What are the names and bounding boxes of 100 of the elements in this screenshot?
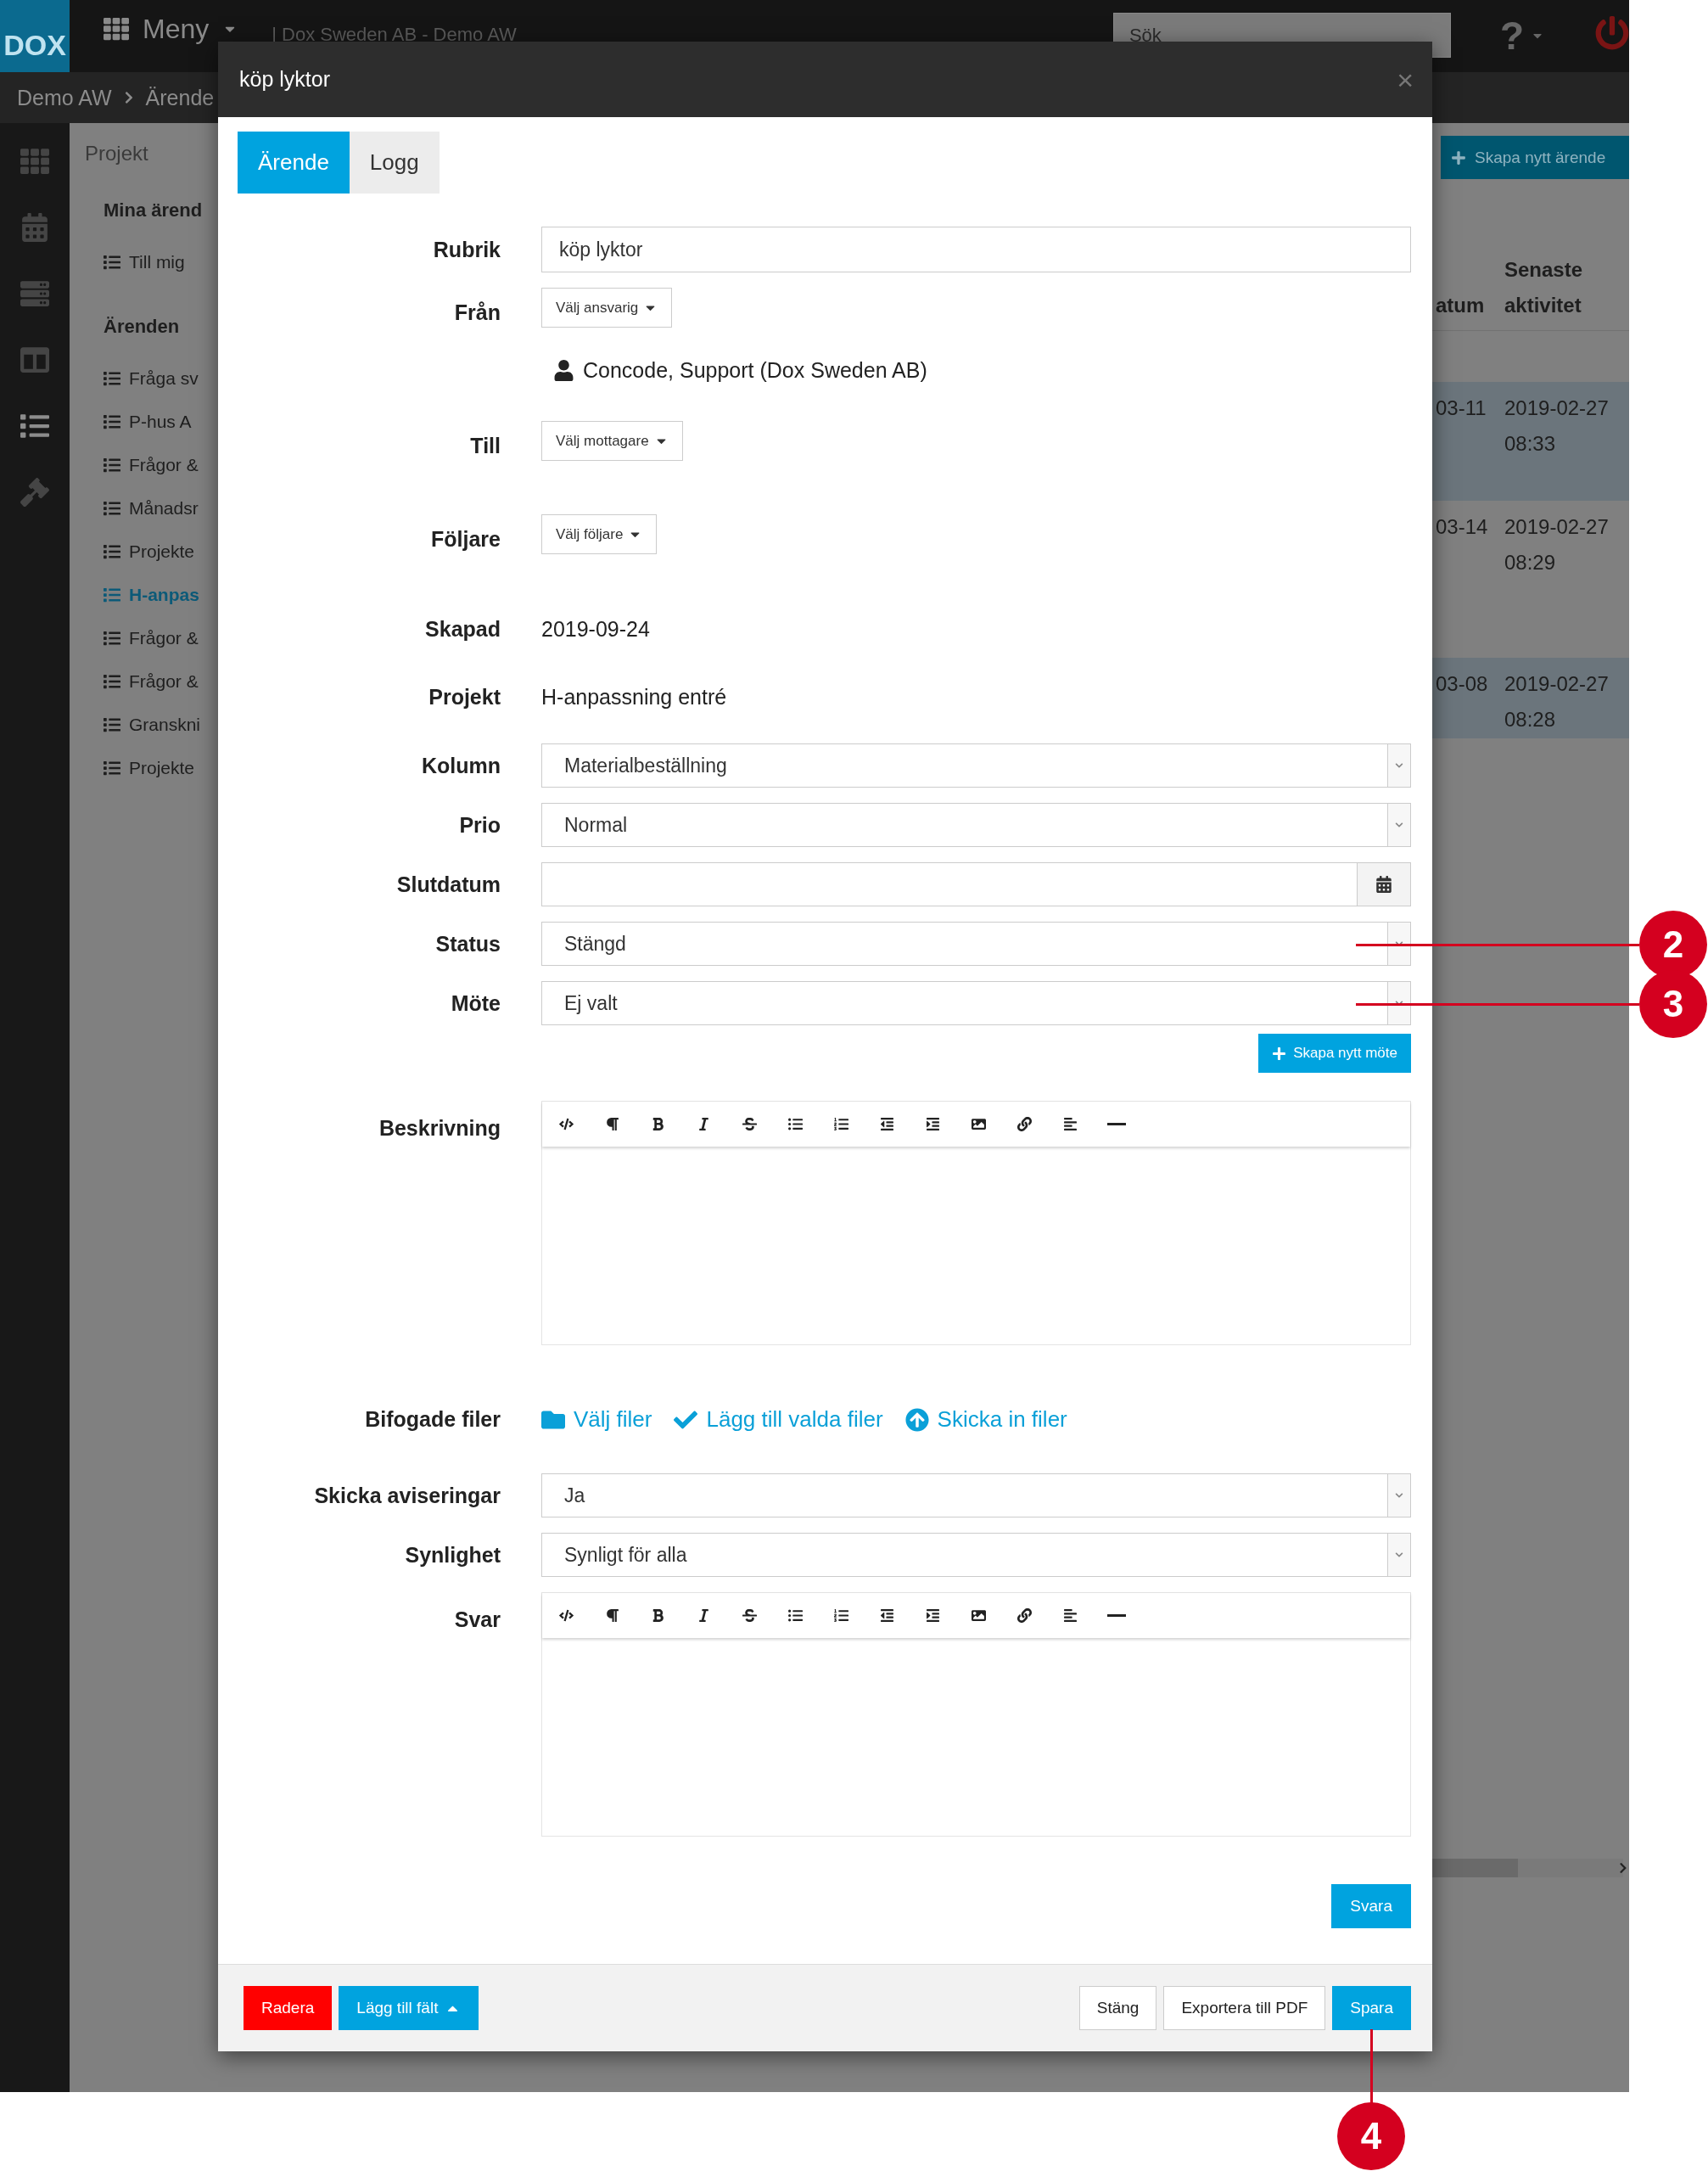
select-field[interactable]: Stängd <box>541 922 1411 966</box>
code-icon[interactable] <box>557 1608 576 1623</box>
italic-icon <box>697 1608 711 1623</box>
calendar-button[interactable] <box>1358 862 1411 906</box>
select-field[interactable]: Materialbeställning <box>541 743 1411 788</box>
select-field[interactable]: Ja <box>541 1473 1411 1517</box>
reply-button[interactable]: Svara <box>1331 1884 1411 1928</box>
code-icon <box>559 1608 574 1623</box>
strikethrough-icon[interactable] <box>740 1608 759 1623</box>
align-left-icon <box>1063 1117 1078 1131</box>
field-label: Projekt <box>428 684 501 710</box>
code-icon <box>559 1117 574 1131</box>
chevron-down-icon <box>1395 1491 1403 1500</box>
project-list-item[interactable]: Månadsr <box>104 486 218 530</box>
project-list-item[interactable]: Projekte <box>104 746 218 789</box>
help-button[interactable]: ? <box>1499 10 1544 61</box>
group-heading: Mina ärend <box>104 199 204 222</box>
footer-button[interactable]: Exportera till PDF <box>1163 1986 1326 2030</box>
image-icon[interactable] <box>969 1117 988 1131</box>
user-icon <box>553 359 574 381</box>
table-row[interactable]: 03-08 2019-02-27 08:28 <box>1432 658 1629 738</box>
plus-icon <box>1272 1046 1287 1061</box>
project-list-item[interactable]: Fråga sv <box>104 356 218 400</box>
field-label: Beskrivning <box>378 1115 501 1142</box>
project-list-item[interactable]: Till mig <box>104 240 218 283</box>
field-label: Till <box>469 433 501 459</box>
project-list-item[interactable]: Frågor & <box>104 616 218 659</box>
field-label: Från <box>453 300 501 326</box>
file-link[interactable]: Välj filer <box>541 1406 652 1433</box>
select-field[interactable]: Normal <box>541 803 1411 847</box>
field-label: Kolumn <box>420 753 501 779</box>
scrollbar[interactable] <box>1432 1859 1623 1877</box>
project-list-item[interactable]: Frågor & <box>104 443 218 486</box>
tab[interactable]: Logg <box>349 132 440 194</box>
dropdown-button[interactable]: Välj mottagare <box>541 421 683 461</box>
create-case-button[interactable]: Skapa nytt ärende <box>1441 136 1629 179</box>
input-field[interactable]: köp lyktor <box>541 227 1411 272</box>
table-cell-text: 03-08 <box>1435 671 1489 697</box>
table-row[interactable]: 03-14 2019-02-27 08:29 <box>1432 501 1629 658</box>
paragraph-icon <box>605 1117 619 1131</box>
image-icon[interactable] <box>969 1608 988 1623</box>
table-cell-text: 2019-02-27 08:33 <box>1504 395 1610 457</box>
link-icon[interactable] <box>1015 1117 1034 1131</box>
footer-button[interactable]: Stäng <box>1078 1986 1157 2030</box>
tab[interactable]: Ärende <box>238 132 350 194</box>
field-label: Bifogade filer <box>364 1406 501 1433</box>
bullet-list-icon <box>788 1608 803 1623</box>
select-field[interactable]: Ej valt <box>541 981 1411 1025</box>
field-label: Slutdatum <box>395 872 501 898</box>
numbered-list-icon[interactable] <box>832 1608 851 1623</box>
chevron-down-icon <box>1395 821 1403 829</box>
bullet-list-icon[interactable] <box>786 1117 805 1131</box>
field-label: Svar <box>453 1607 501 1633</box>
indent-icon <box>926 1608 940 1623</box>
table-cell-text: 03-14 <box>1435 514 1489 540</box>
footer-button[interactable]: Lägg till fält <box>339 1986 479 2030</box>
project-list-item[interactable]: Projekte <box>104 530 218 573</box>
dropdown-button[interactable]: Välj ansvarig <box>541 288 673 328</box>
paragraph-icon <box>605 1608 619 1623</box>
field-label: Skicka aviseringar <box>313 1483 501 1509</box>
bold-icon <box>651 1608 665 1623</box>
numbered-list-icon[interactable] <box>832 1117 851 1131</box>
close-button[interactable]: × <box>1397 65 1414 94</box>
breadcrumb-item[interactable]: Demo AW <box>17 85 112 110</box>
field-value: 2019-09-24 <box>541 616 651 642</box>
group-heading: Ärenden <box>104 316 181 338</box>
link-icon[interactable] <box>1015 1608 1034 1623</box>
bullet-list-icon <box>788 1117 803 1131</box>
field-label: Möte <box>450 990 501 1017</box>
chevron-down-icon <box>1395 761 1403 770</box>
upload-icon <box>904 1407 929 1432</box>
project-list-item[interactable]: Frågor & <box>104 659 218 703</box>
bullet-list-icon[interactable] <box>786 1608 805 1623</box>
align-left-icon <box>1063 1608 1078 1623</box>
footer-button[interactable]: Radera <box>244 1986 333 2030</box>
code-icon[interactable] <box>557 1117 576 1131</box>
dropdown-button[interactable]: Välj följare <box>541 514 658 554</box>
footer-button[interactable]: Spara <box>1332 1986 1411 2030</box>
field-label: Prio <box>458 812 501 839</box>
table-row[interactable]: 03-11 2019-02-27 08:33 <box>1432 382 1629 501</box>
table-cell-text: 03-11 <box>1435 395 1487 421</box>
file-link[interactable]: Lägg till valda filer <box>674 1406 883 1433</box>
image-icon <box>972 1608 986 1623</box>
numbered-list-icon <box>834 1608 848 1623</box>
strikethrough-icon[interactable] <box>740 1117 759 1131</box>
link-icon <box>1017 1117 1032 1131</box>
field-value: H-anpassning entré <box>541 684 728 710</box>
select-field[interactable]: Synligt för alla <box>541 1533 1411 1577</box>
file-link[interactable]: Skicka in filer <box>904 1406 1067 1433</box>
date-field[interactable] <box>541 862 1358 906</box>
breadcrumb-item[interactable]: Ärende <box>145 85 215 110</box>
column-header: Senaste aktivitet <box>1504 257 1584 318</box>
logo[interactable]: DOX <box>0 0 70 72</box>
table-cell-text: 2019-02-27 08:29 <box>1504 514 1610 575</box>
menu-button[interactable]: Meny <box>104 12 238 46</box>
table-cell-text: 2019-02-27 08:28 <box>1504 671 1610 732</box>
project-list-item[interactable]: Granskni <box>104 703 218 746</box>
project-list-item[interactable]: P-hus A <box>104 400 218 443</box>
create-meeting-button[interactable]: Skapa nytt möte <box>1258 1034 1411 1073</box>
panel-title: Projekt <box>85 142 149 165</box>
